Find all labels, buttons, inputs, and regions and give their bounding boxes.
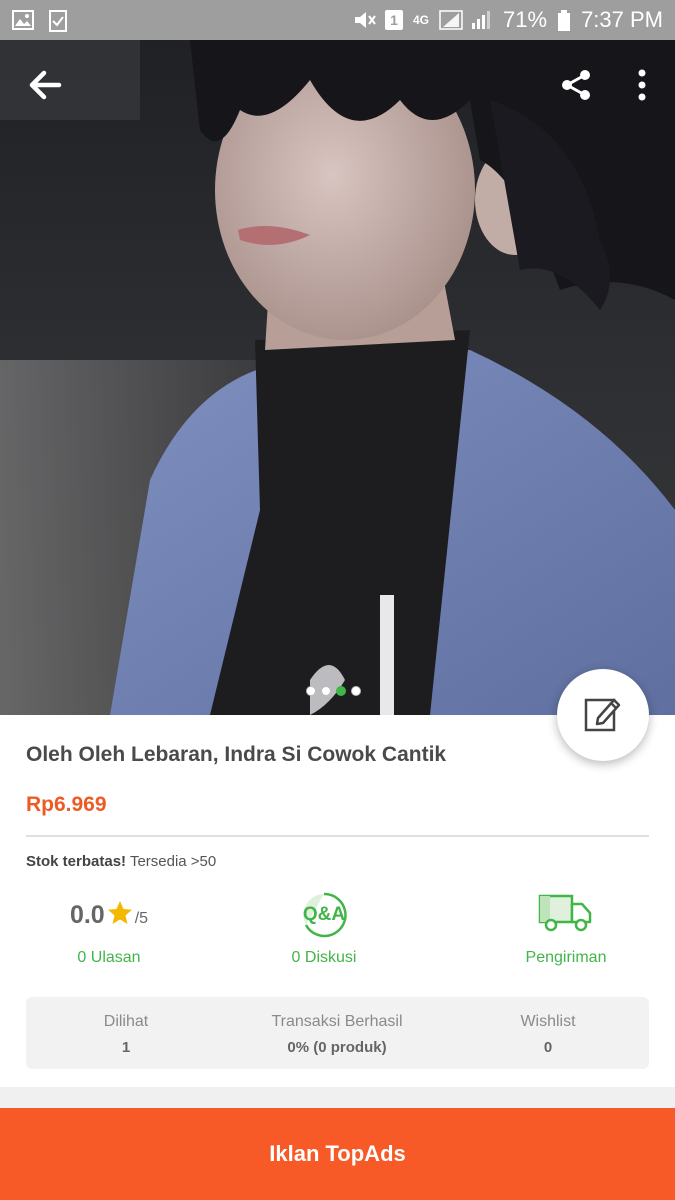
product-photo [0,40,675,715]
qa-icon-text: Q&A [302,904,346,925]
battery-icon [557,10,571,31]
transactions-metric: Transaksi Berhasil 0% (0 produk) [237,997,437,1056]
delivery-truck-icon [538,892,594,939]
carousel-dot[interactable] [351,686,361,696]
reviews-count: 0 Ulasan [77,949,141,966]
viewed-metric: Dilihat 1 [26,997,226,1056]
divider [26,835,649,837]
product-info-card: Oleh Oleh Lebaran, Indra Si Cowok Cantik… [0,715,675,1087]
share-button[interactable] [551,62,601,112]
carousel-dot-active[interactable] [336,686,346,696]
transactions-value: 0% (0 produk) [287,1039,387,1056]
viewed-label: Dilihat [103,1013,149,1030]
qa-icon: Q&A [299,892,349,938]
wishlist-metric: Wishlist 0 [448,997,648,1056]
discussion-count: 0 Diskusi [291,949,357,966]
product-price: Rp6.969 [26,793,107,816]
viewed-value: 1 [121,1039,131,1056]
signal-icon [439,10,463,30]
more-vertical-icon [637,69,647,106]
topads-button[interactable]: Iklan TopAds [0,1108,675,1200]
product-title: Oleh Oleh Lebaran, Indra Si Cowok Cantik [26,743,447,766]
product-metrics-box: Dilihat 1 Transaksi Berhasil 0% (0 produ… [26,997,649,1069]
carousel-dot[interactable] [306,686,316,696]
stock-available-text: Tersedia >50 [129,853,217,870]
rating-stat[interactable]: 0.0 /5 0 Ulasan [19,891,199,967]
stock-info: Stok terbatas! Tersedia >50 [26,853,216,870]
battery-percent: 71% [503,7,548,32]
clock: 7:37 PM [581,7,663,32]
carousel-dot[interactable] [321,686,331,696]
topads-button-label: Iklan TopAds [269,1141,406,1166]
edit-product-button[interactable] [557,669,649,761]
wishlist-value: 0 [543,1039,553,1056]
gallery-icon [12,10,34,30]
stock-limited-label: Stok terbatas! [26,853,127,870]
more-options-button[interactable] [617,62,667,112]
star-icon [107,900,133,931]
sim-icon: 1 [385,10,403,30]
product-image-carousel[interactable] [0,40,675,715]
mute-icon [353,10,376,30]
transactions-label: Transaksi Berhasil [271,1013,403,1030]
status-bar: 1 4G 71% 7:37 PM [0,0,675,40]
product-detail-screen: 1 4G 71% 7:37 PM Oleh Oleh Lebaran, Indr… [0,0,675,1200]
network-type: 4G [413,13,430,27]
rating-max: /5 [134,910,149,927]
wishlist-label: Wishlist [520,1013,576,1030]
signal-bars-icon [471,10,493,30]
shipping-stat[interactable]: Pengiriman [476,891,656,967]
checklist-icon [48,10,70,32]
discussion-stat[interactable]: Q&A 0 Diskusi [234,891,414,967]
edit-pencil-icon [584,694,622,737]
shipping-label: Pengiriman [525,949,607,966]
rating-value: 0.0 [69,900,105,929]
share-icon [560,69,592,106]
product-stats: 0.0 /5 0 Ulasan Q&A 0 Diskusi Pengiriman [0,891,675,991]
carousel-indicator [306,686,361,696]
back-arrow-icon [28,70,62,105]
back-button[interactable] [20,62,70,112]
